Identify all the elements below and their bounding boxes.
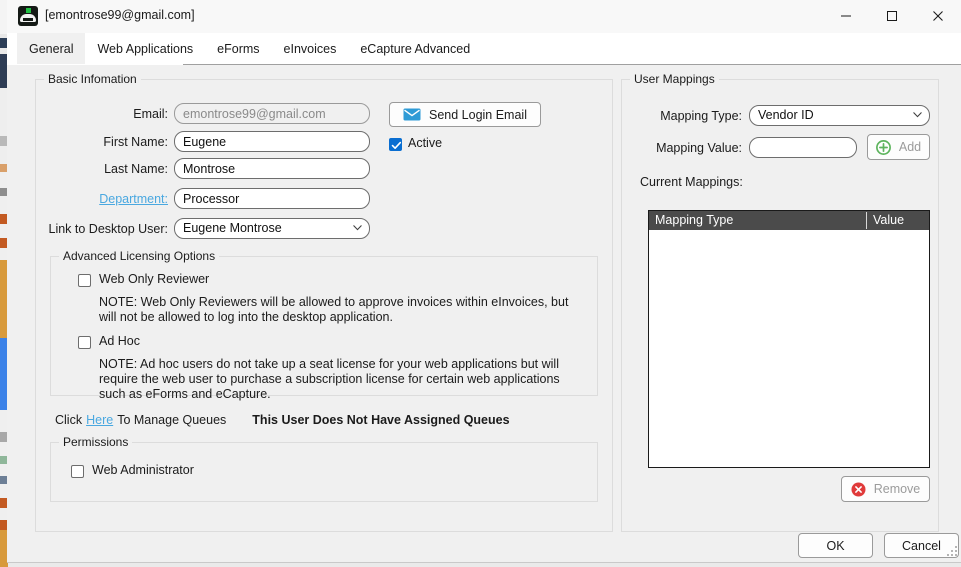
window-bottom-edge <box>7 562 961 563</box>
link-to-desktop-user-select[interactable]: Eugene Montrose <box>174 218 370 239</box>
department-field[interactable] <box>174 188 370 209</box>
manage-queues-link[interactable]: Here <box>86 413 113 427</box>
first-name-field[interactable] <box>174 131 370 152</box>
link-to-desktop-user-value: Eugene Montrose <box>183 221 282 235</box>
tab-content-general: Basic Infomation Email: Send Login Email… <box>7 65 961 562</box>
basic-information-group: Basic Infomation Email: Send Login Email… <box>35 72 613 532</box>
current-mappings-header: Mapping Type Value <box>649 211 929 230</box>
ad-hoc-note: NOTE: Ad hoc users do not take up a seat… <box>99 357 560 401</box>
minimize-icon <box>841 15 851 17</box>
close-button[interactable] <box>915 0 961 32</box>
current-mappings-list[interactable]: Mapping Type Value <box>648 210 930 468</box>
envelope-icon <box>403 108 421 121</box>
current-mappings-body[interactable] <box>649 230 929 467</box>
mapping-value-label: Mapping Value: <box>656 141 742 155</box>
web-only-reviewer-checkbox[interactable] <box>78 274 91 287</box>
link-to-desktop-user-label: Link to Desktop User: <box>48 222 169 236</box>
web-only-reviewer-label: Web Only Reviewer <box>99 272 210 286</box>
tab-eforms[interactable]: eForms <box>205 33 271 65</box>
ad-hoc-checkbox[interactable] <box>78 336 91 349</box>
tab-ecapture-advanced[interactable]: eCapture Advanced <box>348 33 482 65</box>
web-only-reviewer-note: NOTE: Web Only Reviewers will be allowed… <box>99 295 569 324</box>
active-label: Active <box>408 136 443 150</box>
add-mapping-button[interactable]: Add <box>867 134 930 160</box>
email-field[interactable] <box>174 103 370 124</box>
queues-suffix-label: To Manage Queues <box>117 413 227 427</box>
remove-mapping-button[interactable]: Remove <box>841 476 930 502</box>
basic-information-title: Basic Infomation <box>44 72 141 86</box>
first-name-label: First Name: <box>103 135 168 149</box>
mapping-type-select[interactable]: Vendor ID <box>749 105 930 126</box>
tab-general[interactable]: General <box>17 33 86 65</box>
queues-prefix-label: Click <box>55 413 83 427</box>
tab-einvoices[interactable]: eInvoices <box>272 33 349 65</box>
manage-queues-row: Click Here To Manage Queues This User Do… <box>55 413 510 427</box>
advanced-licensing-options-group: Advanced Licensing Options Web Only Revi… <box>50 249 598 401</box>
mapping-type-label: Mapping Type: <box>660 109 742 123</box>
add-circle-icon <box>875 139 891 155</box>
close-icon <box>933 11 943 21</box>
mapping-value-field[interactable] <box>749 137 857 158</box>
email-label: Email: <box>133 107 168 121</box>
send-login-email-button[interactable]: Send Login Email <box>389 102 541 127</box>
current-mappings-label: Current Mappings: <box>640 175 743 189</box>
remove-mapping-label: Remove <box>873 482 921 496</box>
chevron-down-icon <box>913 112 922 118</box>
permissions-group: Permissions Web Administrator <box>50 435 598 502</box>
department-link-label[interactable]: Department: <box>76 192 168 206</box>
advanced-licensing-title: Advanced Licensing Options <box>59 249 220 263</box>
app-logo-icon <box>18 6 38 26</box>
user-mappings-group: User Mappings Mapping Type: Vendor ID Ma… <box>621 72 939 532</box>
ad-hoc-label: Ad Hoc <box>99 334 140 348</box>
last-name-label: Last Name: <box>104 162 168 176</box>
column-divider[interactable] <box>866 212 867 229</box>
remove-circle-icon <box>851 482 866 496</box>
resize-grip[interactable] <box>945 546 958 559</box>
chevron-down-icon <box>353 225 362 231</box>
last-name-field[interactable] <box>174 158 370 179</box>
user-mappings-title: User Mappings <box>630 72 719 86</box>
minimize-button[interactable] <box>823 0 869 32</box>
title-bar: [emontrose99@gmail.com] <box>7 0 961 34</box>
add-mapping-label: Add <box>898 140 922 154</box>
permissions-title: Permissions <box>59 435 133 449</box>
send-login-email-label: Send Login Email <box>429 107 527 122</box>
user-properties-dialog: [emontrose99@gmail.com] General Web Appl… <box>7 0 961 562</box>
mapping-type-value: Vendor ID <box>758 108 814 122</box>
tab-strip: General Web Applications eForms eInvoice… <box>7 33 961 65</box>
column-header-mapping-type[interactable]: Mapping Type <box>655 213 733 227</box>
ok-button[interactable]: OK <box>798 533 873 558</box>
queues-status-text: This User Does Not Have Assigned Queues <box>252 413 510 427</box>
active-checkbox[interactable] <box>389 138 402 151</box>
tab-web-applications[interactable]: Web Applications <box>85 33 205 65</box>
web-administrator-checkbox[interactable] <box>71 465 84 478</box>
maximize-button[interactable] <box>869 0 915 32</box>
column-header-value[interactable]: Value <box>873 213 904 227</box>
checkmark-icon <box>391 141 402 149</box>
maximize-icon <box>887 11 897 21</box>
window-title: [emontrose99@gmail.com] <box>45 8 195 22</box>
web-administrator-label: Web Administrator <box>92 463 194 477</box>
